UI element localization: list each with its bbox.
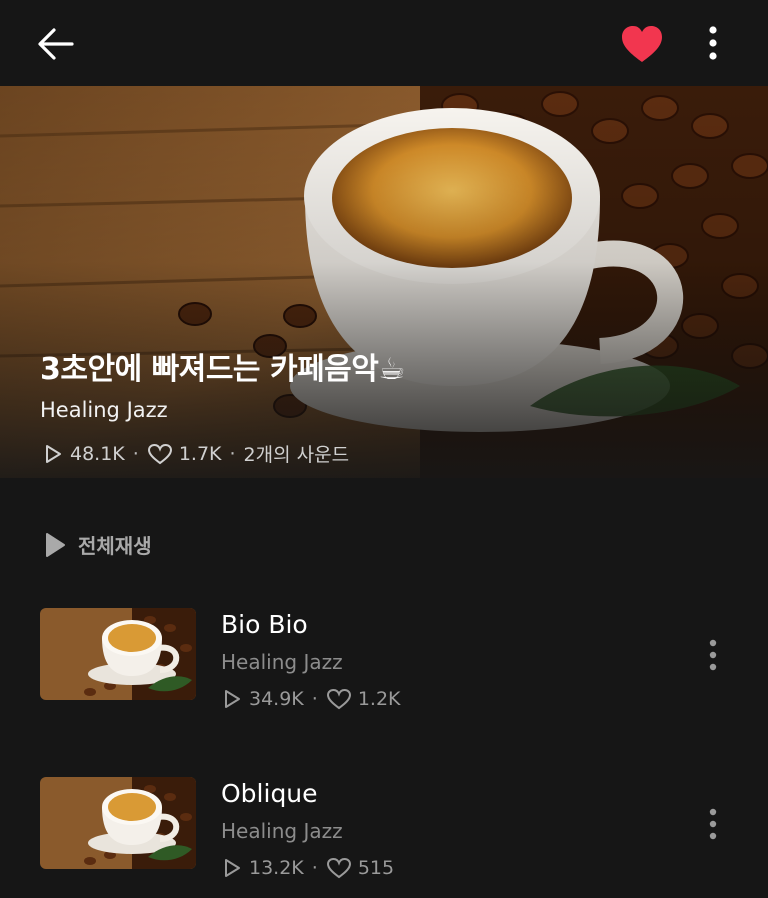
track-artist: Healing Jazz (221, 819, 343, 843)
track-thumbnail (40, 608, 196, 700)
heart-filled-icon (622, 26, 662, 62)
separator: · (311, 688, 318, 710)
like-count: 1.2K (357, 688, 401, 710)
separator: · (229, 442, 236, 465)
heart-outline-icon (326, 688, 351, 710)
more-vertical-icon (709, 26, 717, 60)
back-button[interactable] (36, 24, 76, 64)
play-all-button[interactable]: 전체재생 (44, 530, 152, 559)
like-button[interactable] (618, 24, 666, 64)
playlist-stats: 48.1K · 1.7K · 2개의 사운드 (42, 440, 349, 467)
separator: · (132, 442, 139, 465)
track-item[interactable]: Oblique Healing Jazz 13.2K · 515 (0, 777, 768, 887)
arrow-left-icon (38, 28, 74, 60)
play-icon (46, 532, 65, 557)
play-count: 13.2K (249, 857, 304, 879)
playlist-cover: 3초안에 빠져드는 카페음악☕ Healing Jazz 48.1K · 1.7… (0, 86, 768, 478)
track-thumbnail (40, 777, 196, 869)
track-title: Bio Bio (221, 610, 308, 639)
track-more-button[interactable] (700, 638, 726, 674)
play-count-icon (225, 690, 240, 708)
track-stats: 34.9K · 1.2K (221, 688, 401, 710)
like-count: 515 (357, 857, 395, 879)
playlist-title: 3초안에 빠져드는 카페음악☕ (40, 352, 405, 387)
play-count: 34.9K (249, 688, 304, 710)
more-vertical-icon (709, 639, 717, 671)
top-bar (0, 0, 768, 86)
heart-outline-icon (326, 857, 351, 879)
track-title: Oblique (221, 779, 318, 808)
sound-count: 2개의 사운드 (243, 444, 350, 466)
play-count-icon (225, 859, 240, 877)
heart-outline-icon (147, 443, 172, 464)
play-count: 48.1K (70, 442, 125, 465)
track-stats: 13.2K · 515 (221, 857, 394, 879)
more-options-button[interactable] (700, 24, 726, 64)
track-more-button[interactable] (700, 807, 726, 843)
play-count-icon (46, 444, 61, 463)
track-artist: Healing Jazz (221, 650, 343, 674)
track-item[interactable]: Bio Bio Healing Jazz 34.9K · 1.2K (0, 608, 768, 718)
separator: · (311, 857, 318, 879)
like-count: 1.7K (178, 442, 222, 465)
play-all-label: 전체재생 (78, 534, 152, 558)
playlist-artist[interactable]: Healing Jazz (40, 398, 168, 422)
more-vertical-icon (709, 808, 717, 840)
